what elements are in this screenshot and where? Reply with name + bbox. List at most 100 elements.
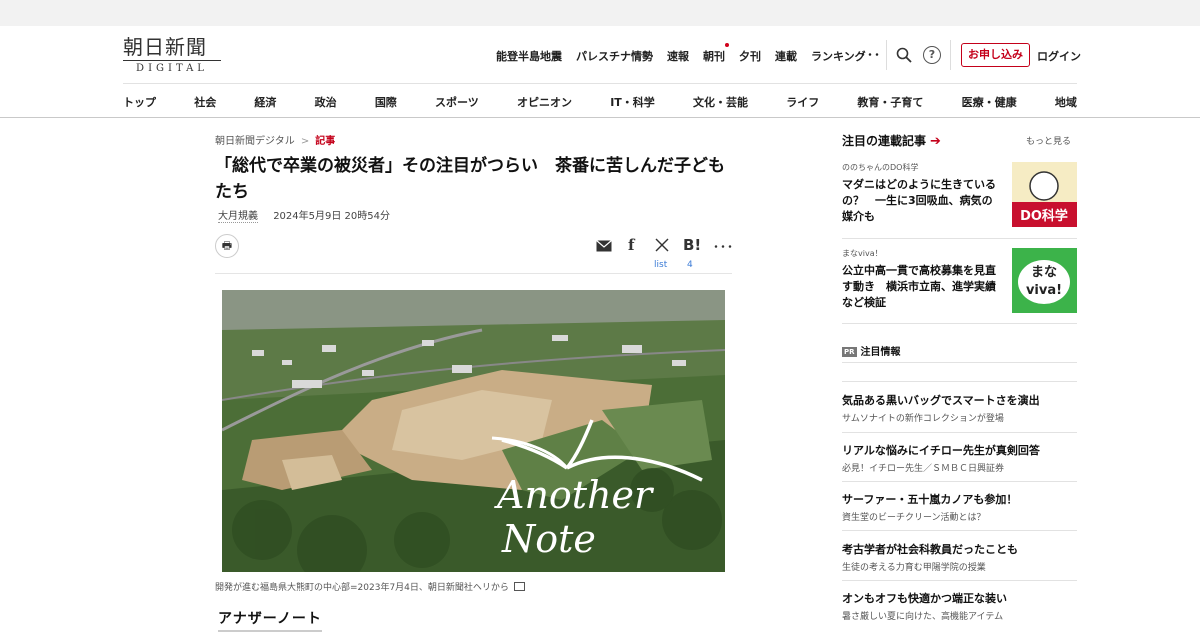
pr-item[interactable]: 考古学者が社会科教員だったことも 生徒の考える力育む甲陽学院の授業 (842, 541, 1077, 573)
article-headline: 「総代で卒業の被災者」その注目がつらい 茶番に苦しんだ子どもたち (215, 156, 725, 202)
utilnav-ranking[interactable]: ランキング (811, 48, 866, 64)
mail-icon[interactable] (596, 239, 612, 253)
see-more-link[interactable]: もっと見る (1026, 134, 1071, 147)
pr-item-title: オンもオフも快適かつ端正な装い (842, 592, 1007, 605)
divider (842, 481, 1077, 482)
pr-item-sub: 生徒の考える力育む甲陽学院の授業 (842, 563, 986, 573)
featured-series-heading[interactable]: 注目の連載記事 ➔ (842, 132, 941, 149)
breadcrumb-current[interactable]: 記事 (315, 136, 335, 147)
do-science-label: DO科学 (1020, 208, 1068, 224)
pr-item-title: 考古学者が社会科教員だったことも (842, 543, 1018, 556)
pr-item-sub: 暑さ厳しい夏に向けた、高機能アイテム (842, 612, 1004, 622)
utilnav-evening[interactable]: 夕刊 (739, 48, 761, 64)
pr-item[interactable]: 気品ある黒いバッグでスマートさを演出 サムソナイトの新作コレクションが登場 (842, 392, 1077, 424)
x-icon[interactable] (655, 238, 669, 252)
divider (842, 323, 1077, 324)
hatena-share-count: 4 (687, 260, 693, 270)
x-share-count: list (654, 260, 668, 270)
aerial-photo-graphic: Another Note (222, 290, 725, 572)
cat-top[interactable]: トップ (123, 94, 156, 110)
series-thumbnail[interactable]: DO科学 (1012, 162, 1077, 227)
search-icon[interactable] (896, 47, 912, 63)
article-photo[interactable]: Another Note (222, 290, 725, 572)
breadcrumb-home[interactable]: 朝日新聞デジタル (215, 136, 295, 147)
divider (842, 530, 1077, 531)
divider (842, 432, 1077, 433)
pr-item-title: リアルな悩みにイチロー先生が真剣回答 (842, 444, 1040, 457)
share-more-icon[interactable]: ･･･ (713, 238, 734, 255)
photo-caption: 開発が進む福島県大熊町の中心部=2023年7月4日、朝日新聞社ヘリから (215, 580, 525, 593)
featured-series-title: 注目の連載記事 (842, 134, 927, 148)
section-title: アナザーノート (218, 608, 322, 632)
pr-item[interactable]: リアルな悩みにイチロー先生が真剣回答 必見！イチロー先生／ＳＭＢＣ日興証券 (842, 442, 1077, 474)
pr-item-sub: 資生堂のビーチクリーン活動とは？ (842, 513, 986, 523)
login-button[interactable]: ログイン (1037, 48, 1081, 64)
facebook-icon[interactable]: f (628, 236, 634, 254)
cat-society[interactable]: 社会 (194, 94, 216, 110)
divider (842, 580, 1077, 581)
do-science-thumb-graphic: DO科学 (1012, 162, 1077, 227)
site-logo[interactable]: 朝日新聞 DIGITAL (123, 36, 225, 76)
subscribe-button[interactable]: お申し込み (961, 43, 1030, 67)
photo-overlay-note: Note (501, 517, 596, 561)
pr-item-title: 気品ある黒いバッグでスマートさを演出 (842, 394, 1040, 407)
arrow-right-icon: ➔ (930, 134, 941, 149)
pr-item-sub: 必見！イチロー先生／ＳＭＢＣ日興証券 (842, 464, 1005, 474)
new-dot-icon (725, 43, 729, 47)
hatena-bookmark-icon[interactable]: B! (683, 236, 701, 254)
image-icon[interactable] (513, 582, 525, 591)
divider (842, 238, 1077, 239)
manaviva-label-1: まな (1031, 265, 1057, 280)
utilnav-palestine[interactable]: パレスチナ情勢 (576, 48, 653, 64)
utilnav-noto[interactable]: 能登半島地震 (496, 48, 562, 64)
breadcrumb: 朝日新聞デジタル > 記事 (215, 132, 335, 147)
cat-education[interactable]: 教育・子育て (857, 94, 923, 110)
cat-politics[interactable]: 政治 (315, 94, 337, 110)
logo-digital: DIGITAL (123, 60, 221, 74)
divider (0, 117, 1200, 118)
divider (123, 83, 1077, 84)
series-thumbnail[interactable]: まな viva! (1012, 248, 1077, 313)
logo-kanji: 朝日新聞 (123, 35, 207, 59)
pr-badge: PR (842, 347, 857, 357)
pr-item[interactable]: オンもオフも快適かつ端正な装い 暑さ厳しい夏に向けた、高機能アイテム (842, 590, 1077, 622)
cat-international[interactable]: 国際 (375, 94, 397, 110)
pr-item-sub: サムソナイトの新作コレクションが登場 (842, 414, 1004, 424)
cat-life[interactable]: ライフ (786, 94, 819, 110)
pr-item[interactable]: サーファー・五十嵐カノアも参加！ 資生堂のビーチクリーン活動とは？ (842, 491, 1077, 523)
author-link[interactable]: 大月規義 (218, 211, 258, 223)
breadcrumb-separator: > (300, 136, 310, 147)
utilnav-breaking[interactable]: 速報 (667, 48, 689, 64)
category-nav: トップ 社会 経済 政治 国際 スポーツ オピニオン IT・科学 文化・芸能 ラ… (123, 94, 1077, 110)
pr-heading-text: 注目情報 (860, 347, 901, 358)
print-icon[interactable]: 🖶 (215, 234, 239, 258)
cat-it-science[interactable]: IT・科学 (610, 94, 655, 110)
publish-date: 2024年5月9日 20時54分 (273, 211, 390, 222)
divider (215, 273, 732, 274)
cat-economy[interactable]: 経済 (254, 94, 276, 110)
top-strip (0, 0, 1200, 26)
utilnav-morning-label: 朝刊 (703, 50, 725, 63)
cat-opinion[interactable]: オピニオン (517, 94, 572, 110)
photo-overlay-another: Another (494, 473, 655, 517)
utilnav-morning[interactable]: 朝刊 (703, 43, 729, 64)
photo-caption-text: 開発が進む福島県大熊町の中心部=2023年7月4日、朝日新聞社ヘリから (215, 583, 509, 593)
divider (842, 362, 1077, 363)
cat-region[interactable]: 地域 (1055, 94, 1077, 110)
series-title: 公立中高一貫で高校募集を見直す動き 横浜市立南、進学実績など検証 (842, 264, 996, 309)
series-title: マダニはどのように生きているの？ 一生に3回吸血、病気の媒介も (842, 178, 996, 223)
pr-item-title: サーファー・五十嵐カノアも参加！ (842, 493, 1018, 506)
divider (842, 381, 1077, 382)
cat-sports[interactable]: スポーツ (435, 94, 479, 110)
utility-nav: 能登半島地震 パレスチナ情勢 速報 朝刊 夕刊 連載 ランキング (496, 43, 880, 64)
manaviva-label-2: viva! (1026, 283, 1062, 298)
utilnav-series[interactable]: 連載 (775, 48, 797, 64)
manaviva-thumb-graphic: まな viva! (1012, 248, 1077, 313)
more-menu-button[interactable]: ･･･ (860, 46, 881, 63)
cat-culture[interactable]: 文化・芸能 (693, 94, 748, 110)
divider (950, 40, 951, 70)
divider (886, 40, 887, 70)
cat-health[interactable]: 医療・健康 (962, 94, 1017, 110)
pr-heading: PR 注目情報 (842, 343, 901, 358)
help-icon[interactable]: ? (923, 46, 941, 64)
